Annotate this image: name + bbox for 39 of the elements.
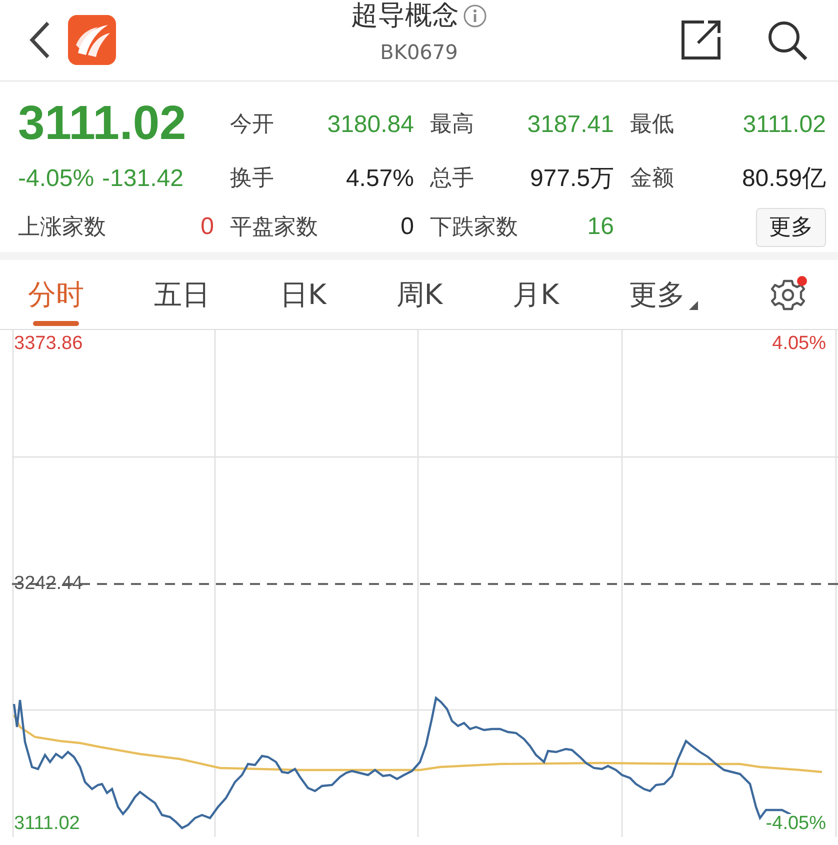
stat-value: 80.59亿 bbox=[742, 164, 826, 194]
stat-label: 下跌家数 bbox=[430, 214, 518, 242]
axis-label: 3111.02 bbox=[14, 814, 80, 835]
axis-label: 3242.44 bbox=[14, 574, 83, 595]
chart-tab[interactable]: 五日 bbox=[154, 260, 210, 330]
chart-tab[interactable]: 月K bbox=[512, 260, 559, 330]
stat-value: 3180.84 bbox=[327, 110, 414, 140]
change-amount: -131.42 bbox=[102, 164, 184, 194]
axis-label: -4.05% bbox=[766, 814, 826, 835]
stat-label: 今开 bbox=[230, 111, 274, 140]
chart-tab[interactable]: 分时 bbox=[28, 260, 84, 330]
stat-label: 最高 bbox=[430, 111, 474, 140]
search-icon[interactable] bbox=[766, 19, 808, 61]
chart-tab[interactable]: 周K bbox=[396, 260, 443, 330]
last-price: 3111.02 bbox=[18, 99, 188, 150]
stat-value: 3187.41 bbox=[527, 110, 614, 140]
stat-value: 3111.02 bbox=[742, 110, 826, 140]
info-icon[interactable] bbox=[463, 4, 487, 28]
dropdown-corner-icon bbox=[688, 300, 698, 310]
stat-value: 16 bbox=[587, 212, 614, 242]
chart-tab[interactable]: 日K bbox=[280, 260, 326, 330]
stat-value: 0 bbox=[200, 212, 214, 242]
stat-value: 977.5万 bbox=[530, 164, 614, 194]
app-logo-icon bbox=[68, 15, 116, 65]
chart-tab[interactable]: 更多 bbox=[628, 260, 698, 330]
stat-value: 0 bbox=[400, 212, 414, 242]
share-icon[interactable] bbox=[680, 19, 722, 61]
change-percent: -4.05% bbox=[18, 164, 94, 194]
back-icon[interactable] bbox=[28, 20, 52, 60]
stat-label: 换手 bbox=[230, 165, 274, 194]
sector-code: BK0679 bbox=[379, 39, 459, 66]
stat-label: 金额 bbox=[630, 165, 674, 194]
more-button[interactable]: 更多 bbox=[756, 208, 826, 247]
stat-label: 平盘家数 bbox=[230, 214, 318, 242]
page-title: 超导概念 bbox=[351, 2, 459, 29]
stat-label: 总手 bbox=[430, 165, 474, 194]
stat-value: 4.57% bbox=[346, 164, 414, 194]
stat-label: 最低 bbox=[630, 111, 674, 140]
stat-label: 上涨家数 bbox=[18, 214, 106, 242]
